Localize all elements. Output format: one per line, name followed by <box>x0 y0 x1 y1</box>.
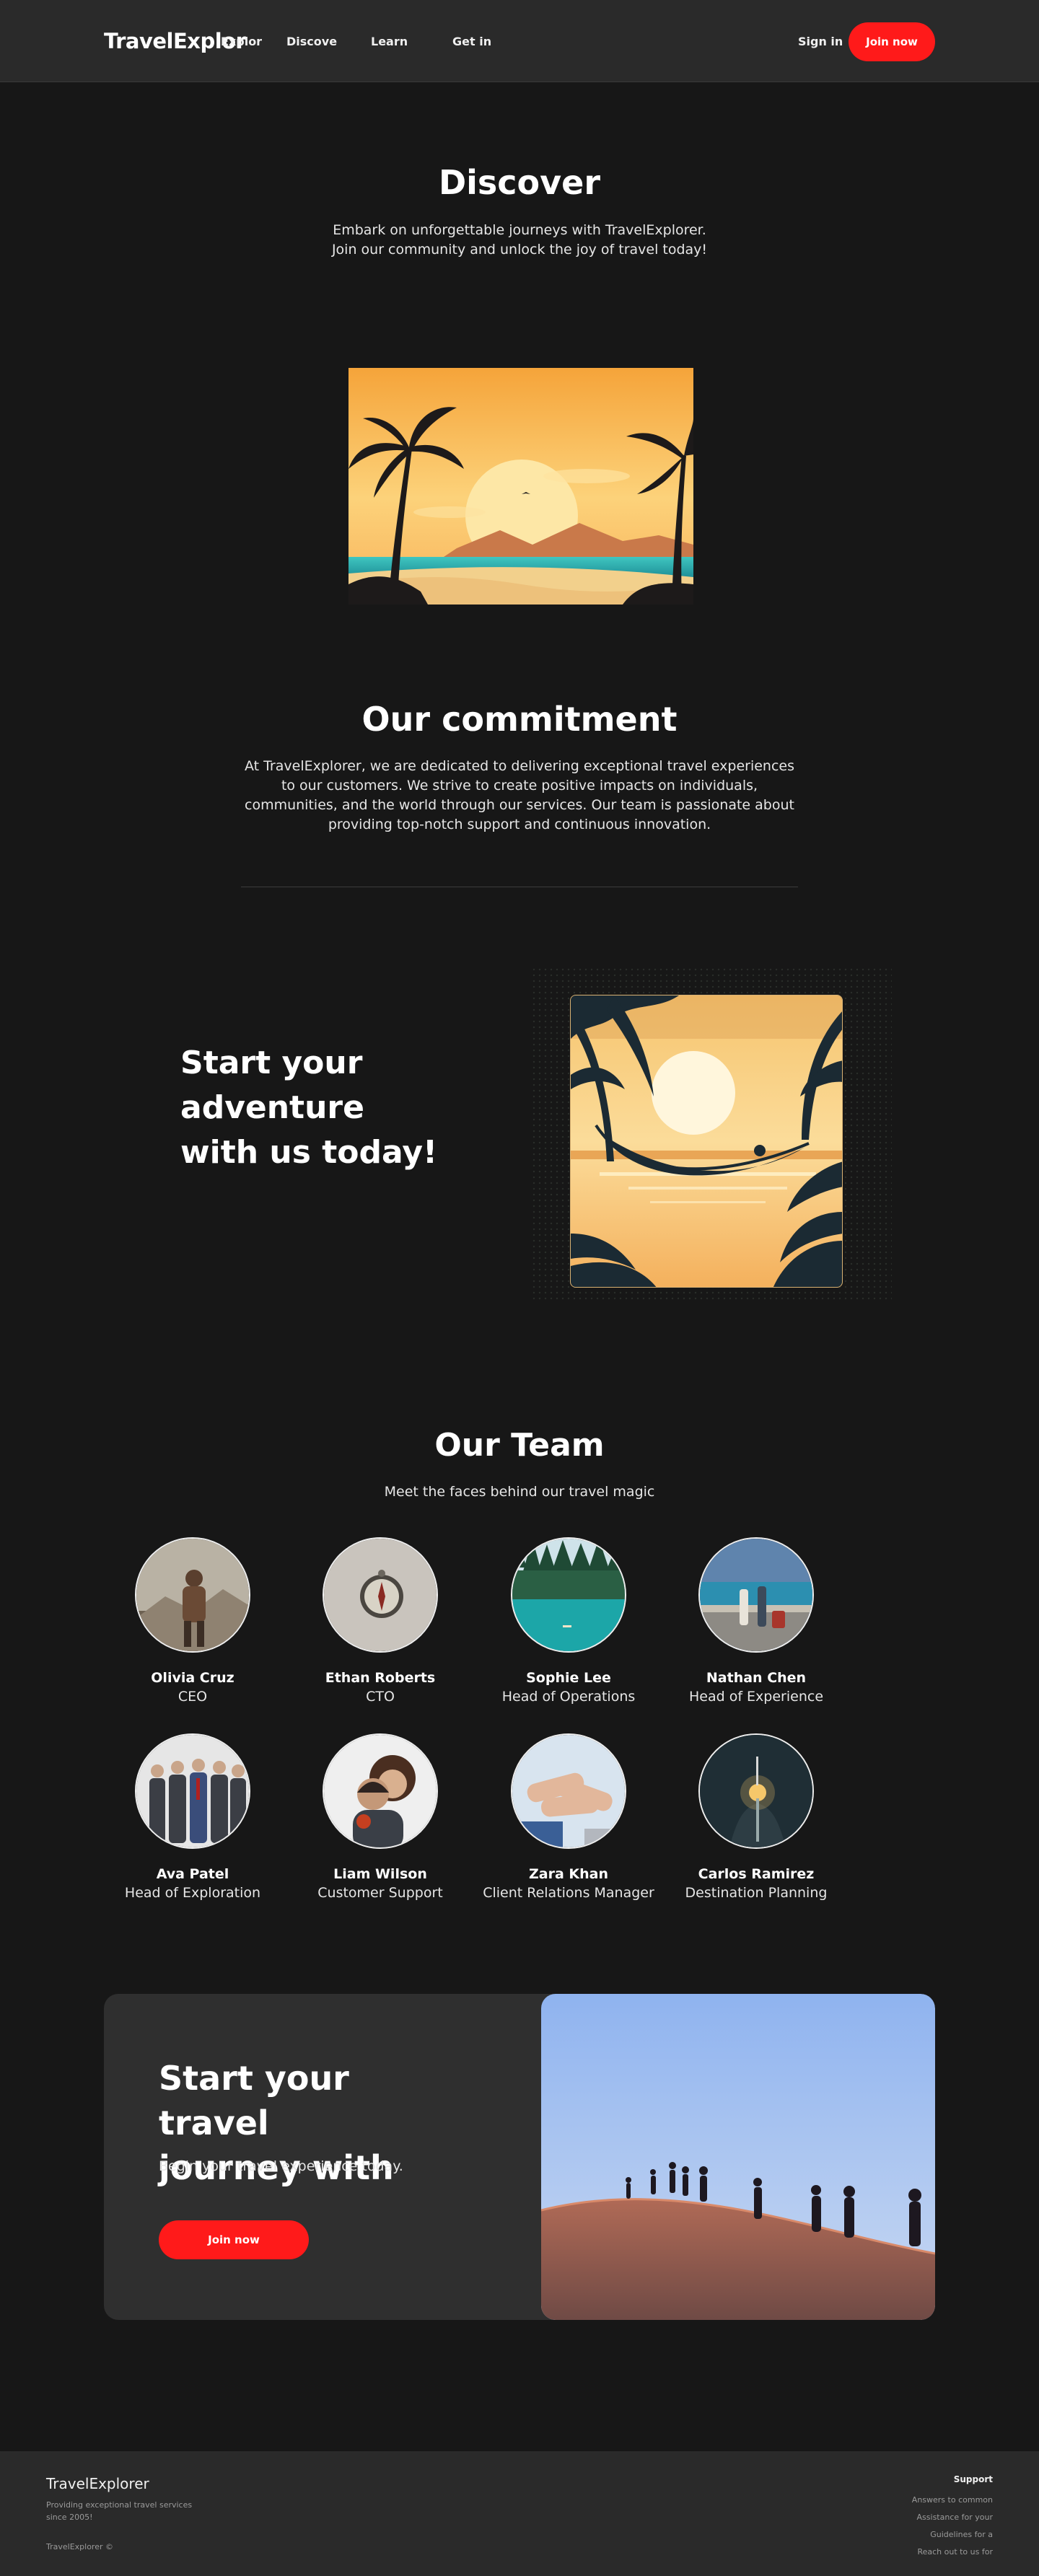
discover-title: Discover <box>438 163 601 202</box>
nav-link-explore[interactable]: Explor <box>221 35 262 48</box>
footer-link-guidelines[interactable]: Guidelines for a <box>912 2526 993 2544</box>
member-avatar <box>511 1733 626 1849</box>
footer-brand[interactable]: TravelExplorer <box>46 2475 149 2492</box>
commitment-text: At TravelExplorer, we are dedicated to d… <box>244 758 795 832</box>
member-name: Ava Patel <box>156 1866 229 1882</box>
member-avatar <box>511 1537 626 1653</box>
member-name: Ethan Roberts <box>325 1670 436 1686</box>
footer-support-title: Support <box>953 2474 993 2484</box>
team-member-card: Zara Khan Client Relations Manager <box>475 1733 662 1901</box>
team-member-card: Nathan Chen Head of Experience <box>662 1537 850 1705</box>
team-member-card: Ethan Roberts CTO <box>286 1537 474 1705</box>
member-role: Client Relations Manager <box>483 1885 654 1901</box>
footer-support-column: Support Answers to common Assistance for… <box>912 2474 993 2561</box>
team-member-card: Carlos Ramirez Destination Planning <box>662 1733 850 1901</box>
footer-link-contact[interactable]: Reach out to us for <box>912 2544 993 2561</box>
footer: TravelExplorer Providing exceptional tra… <box>0 2451 1039 2576</box>
nav-link-learn[interactable]: Learn <box>371 35 408 48</box>
member-avatar <box>135 1733 250 1849</box>
join-now-button[interactable]: Join now <box>849 22 935 61</box>
footer-copyright: TravelExplorer © <box>46 2542 113 2551</box>
member-avatar <box>323 1537 438 1653</box>
top-nav: TravelExplor Explor Discove Learn Get in… <box>0 0 1039 82</box>
team-member-card: Olivia Cruz CEO <box>99 1537 286 1705</box>
member-avatar <box>323 1733 438 1849</box>
member-name: Zara Khan <box>528 1866 608 1882</box>
cta-card: Start your travel journey with Begin you… <box>104 1994 935 2320</box>
member-name: Olivia Cruz <box>151 1670 234 1686</box>
commitment-title: Our commitment <box>361 700 678 739</box>
desert-hikers-image <box>541 1994 935 2320</box>
member-role: Destination Planning <box>685 1885 828 1901</box>
team-member-card: Liam Wilson Customer Support <box>286 1733 474 1901</box>
member-name: Sophie Lee <box>526 1670 611 1686</box>
team-member-card: Ava Patel Head of Exploration <box>99 1733 286 1901</box>
nav-link-get-in-touch[interactable]: Get in <box>452 35 491 48</box>
footer-link-faq[interactable]: Answers to common <box>912 2492 993 2509</box>
member-role: Head of Exploration <box>124 1885 261 1901</box>
adventure-title: Start your adventure with us today! <box>180 1045 438 1171</box>
member-avatar <box>135 1537 250 1653</box>
member-role: Head of Operations <box>501 1689 636 1705</box>
footer-link-assistance[interactable]: Assistance for your <box>912 2509 993 2526</box>
cta-join-button[interactable]: Join now <box>159 2220 309 2259</box>
member-role: Customer Support <box>317 1885 443 1901</box>
member-avatar <box>698 1733 814 1849</box>
discover-text: Embark on unforgettable journeys with Tr… <box>331 222 708 258</box>
team-subtitle: Meet the faces behind our travel magic <box>384 1484 655 1500</box>
member-name: Carlos Ramirez <box>698 1866 815 1882</box>
member-name: Liam Wilson <box>333 1866 427 1882</box>
team-title: Our Team <box>434 1427 605 1464</box>
cta-text: Begin your travel experience today. <box>159 2158 403 2174</box>
member-avatar <box>698 1537 814 1653</box>
team-member-card: Sophie Lee Head of Operations <box>475 1537 662 1705</box>
member-role: CEO <box>177 1689 208 1705</box>
tropical-sunset-image <box>348 368 693 605</box>
sign-in-link[interactable]: Sign in <box>798 35 843 48</box>
member-role: CTO <box>366 1689 395 1705</box>
nav-link-discover[interactable]: Discove <box>286 35 337 48</box>
footer-description: Providing exceptional travel services si… <box>46 2500 193 2522</box>
member-role: Head of Experience <box>688 1689 824 1705</box>
member-name: Nathan Chen <box>706 1670 807 1686</box>
hammock-sunset-image <box>570 995 843 1288</box>
